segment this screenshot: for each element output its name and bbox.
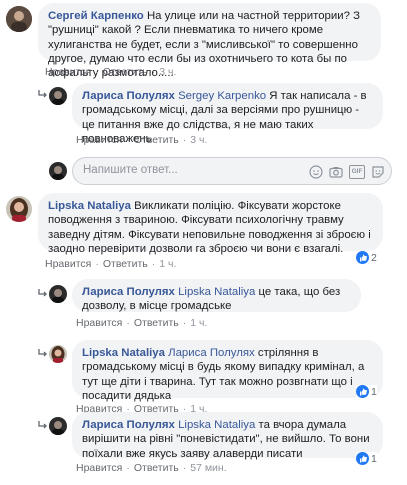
avatar [49,162,67,180]
reply-button[interactable]: Ответить [134,462,179,474]
mention-link[interactable]: Lipska Nataliya [178,419,255,431]
like-reaction-icon [356,251,369,264]
comment-bubble: Лариса Полулях Lipska Nataliya це така, … [72,279,361,312]
avatar-photo [49,345,67,363]
reaction-number: 1 [371,385,377,398]
avatar[interactable] [6,196,32,222]
reply-input[interactable] [83,164,203,176]
comment-bubble: Lipska Nataliya Викликати поліцію. Фіксу… [38,193,383,255]
avatar[interactable] [49,285,67,303]
reply-arrow-icon [37,419,49,434]
timestamp[interactable]: 1 ч. [159,258,176,270]
reply-arrow-icon [37,347,49,362]
like-button[interactable]: Нравится [45,258,91,270]
mention-link[interactable]: Лариса Полулях [168,347,255,359]
comment-bubble: Лариса Полулях Lipska Nataliya та вчора … [72,412,383,460]
comment-author[interactable]: Лариса Полулях [82,90,175,102]
comment-author[interactable]: Лариса Полулях [82,286,175,298]
comment-actions: Нравится · Ответить · 57 мин. [76,462,227,474]
reply-button[interactable]: Ответить [134,317,179,329]
avatar-photo [49,417,67,435]
comment-author[interactable]: Сергей Карпенко [48,10,144,22]
reply-input-box: GIF [72,157,392,185]
timestamp[interactable]: 57 мин. [190,462,226,474]
reply-arrow-icon [37,287,49,302]
like-button[interactable]: Нравится [45,66,91,78]
emoji-icon[interactable] [309,165,323,179]
comment-actions: Нравится · Ответить · 1 ч. [45,258,177,270]
like-reaction-icon [356,385,369,398]
timestamp[interactable]: 1 ч. [190,317,207,329]
reply-button[interactable]: Ответить [103,258,148,270]
like-button[interactable]: Нравится [76,134,122,146]
comment-bubble: Лариса Полулях Sergey Karpenko Я так нап… [72,83,383,145]
comment-author[interactable]: Лариса Полулях [82,419,175,431]
comment-bubble: Lipska Nataliya Лариса Полулях стріляння… [72,340,383,402]
gif-icon[interactable]: GIF [349,165,365,179]
avatar-photo [49,87,67,105]
reaction-number: 1 [371,452,377,465]
comment-bubble: Сергей Карпенко На улице или на частной … [38,3,381,79]
reply-button[interactable]: Ответить [103,66,148,78]
avatar-photo [49,285,67,303]
avatar[interactable] [49,417,67,435]
mention-link[interactable]: Sergey Karpenko [178,90,266,102]
comment-actions: Нравится · Ответить · 1 ч. [76,317,208,329]
like-button[interactable]: Нравится [76,317,122,329]
gif-label: GIF [351,168,363,175]
mention-link[interactable]: Lipska Nataliya [178,286,255,298]
avatar-photo [6,6,32,32]
reaction-count[interactable]: 1 [356,385,377,398]
like-reaction-icon [356,452,369,465]
reaction-count[interactable]: 1 [356,452,377,465]
sticker-icon[interactable] [371,165,385,179]
comment-actions: Нравится · Ответить · 3 ч. [76,134,208,146]
timestamp[interactable]: 3 ч. [159,66,176,78]
avatar-photo [49,162,67,180]
comment-actions: Нравится · Ответить · 3 ч. [45,66,177,78]
comment-author[interactable]: Lipska Nataliya [48,200,131,212]
reply-button[interactable]: Ответить [134,134,179,146]
avatar-photo [6,196,32,222]
timestamp[interactable]: 3 ч. [190,134,207,146]
avatar[interactable] [6,6,32,32]
camera-icon[interactable] [329,165,343,179]
like-button[interactable]: Нравится [76,462,122,474]
reaction-number: 2 [371,251,377,264]
reply-arrow-icon [37,88,49,103]
avatar[interactable] [49,345,67,363]
reaction-count[interactable]: 2 [356,251,377,264]
avatar[interactable] [49,87,67,105]
comment-author[interactable]: Lipska Nataliya [82,347,165,359]
